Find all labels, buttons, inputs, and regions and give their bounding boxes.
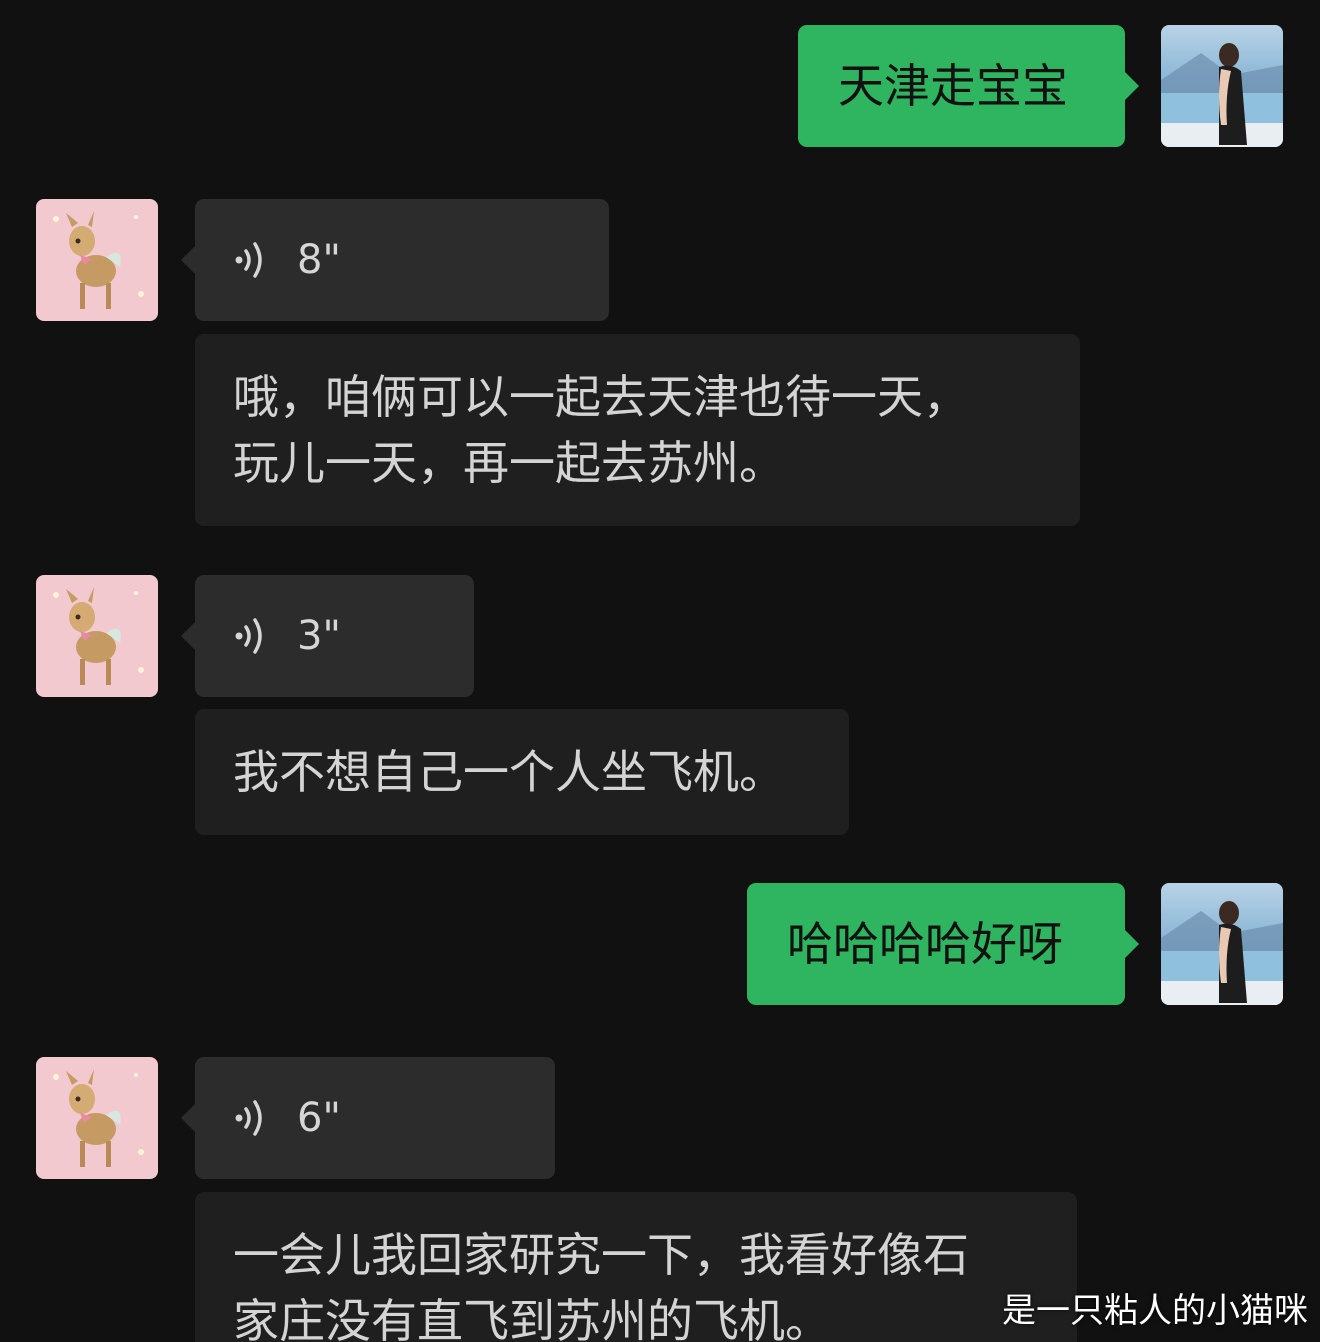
- message-line: 玩儿一天，再一起去苏州。: [233, 436, 785, 490]
- message-text: 天津走宝宝: [838, 59, 1068, 113]
- voice-duration: 3": [297, 613, 341, 659]
- message-text: 哈哈哈哈好呀: [787, 917, 1063, 971]
- my-avatar[interactable]: [1161, 883, 1283, 1005]
- voice-message-bubble[interactable]: 3": [181, 575, 474, 697]
- my-avatar[interactable]: [1161, 25, 1283, 147]
- message-line: 家庄没有直飞到苏州的飞机。: [233, 1294, 831, 1342]
- watermark: 是一只粘人的小猫咪: [1002, 1291, 1308, 1331]
- sent-message-bubble[interactable]: 哈哈哈哈好呀: [747, 883, 1139, 1005]
- received-message-bubble[interactable]: 我不想自己一个人坐飞机。: [195, 709, 849, 835]
- voice-wave-icon: [235, 618, 262, 654]
- received-message-bubble[interactable]: 哦，咱俩可以一起去天津也待一天， 玩儿一天，再一起去苏州。: [195, 334, 1080, 526]
- woman-lake-photo-icon: [1161, 25, 1283, 147]
- fawn-illustration-icon: [36, 575, 158, 697]
- voice-message-bubble[interactable]: 6": [181, 1057, 555, 1179]
- woman-lake-photo-icon: [1161, 883, 1283, 1005]
- sent-message-bubble[interactable]: 天津走宝宝: [798, 25, 1139, 147]
- fawn-illustration-icon: [36, 199, 158, 321]
- contact-avatar[interactable]: [36, 199, 158, 321]
- fawn-illustration-icon: [36, 1057, 158, 1179]
- contact-avatar[interactable]: [36, 1057, 158, 1179]
- voice-wave-icon: [235, 242, 262, 278]
- voice-wave-icon: [235, 1100, 262, 1136]
- message-line: 我不想自己一个人坐飞机。: [233, 745, 785, 799]
- voice-duration: 6": [297, 1095, 341, 1141]
- contact-avatar[interactable]: [36, 575, 158, 697]
- message-line: 哦，咱俩可以一起去天津也待一天，: [233, 370, 969, 424]
- received-message-bubble[interactable]: 一会儿我回家研究一下，我看好像石 家庄没有直飞到苏州的飞机。: [195, 1192, 1077, 1342]
- message-line: 一会儿我回家研究一下，我看好像石: [233, 1228, 969, 1282]
- voice-duration: 8": [297, 237, 341, 283]
- voice-message-bubble[interactable]: 8": [181, 199, 609, 321]
